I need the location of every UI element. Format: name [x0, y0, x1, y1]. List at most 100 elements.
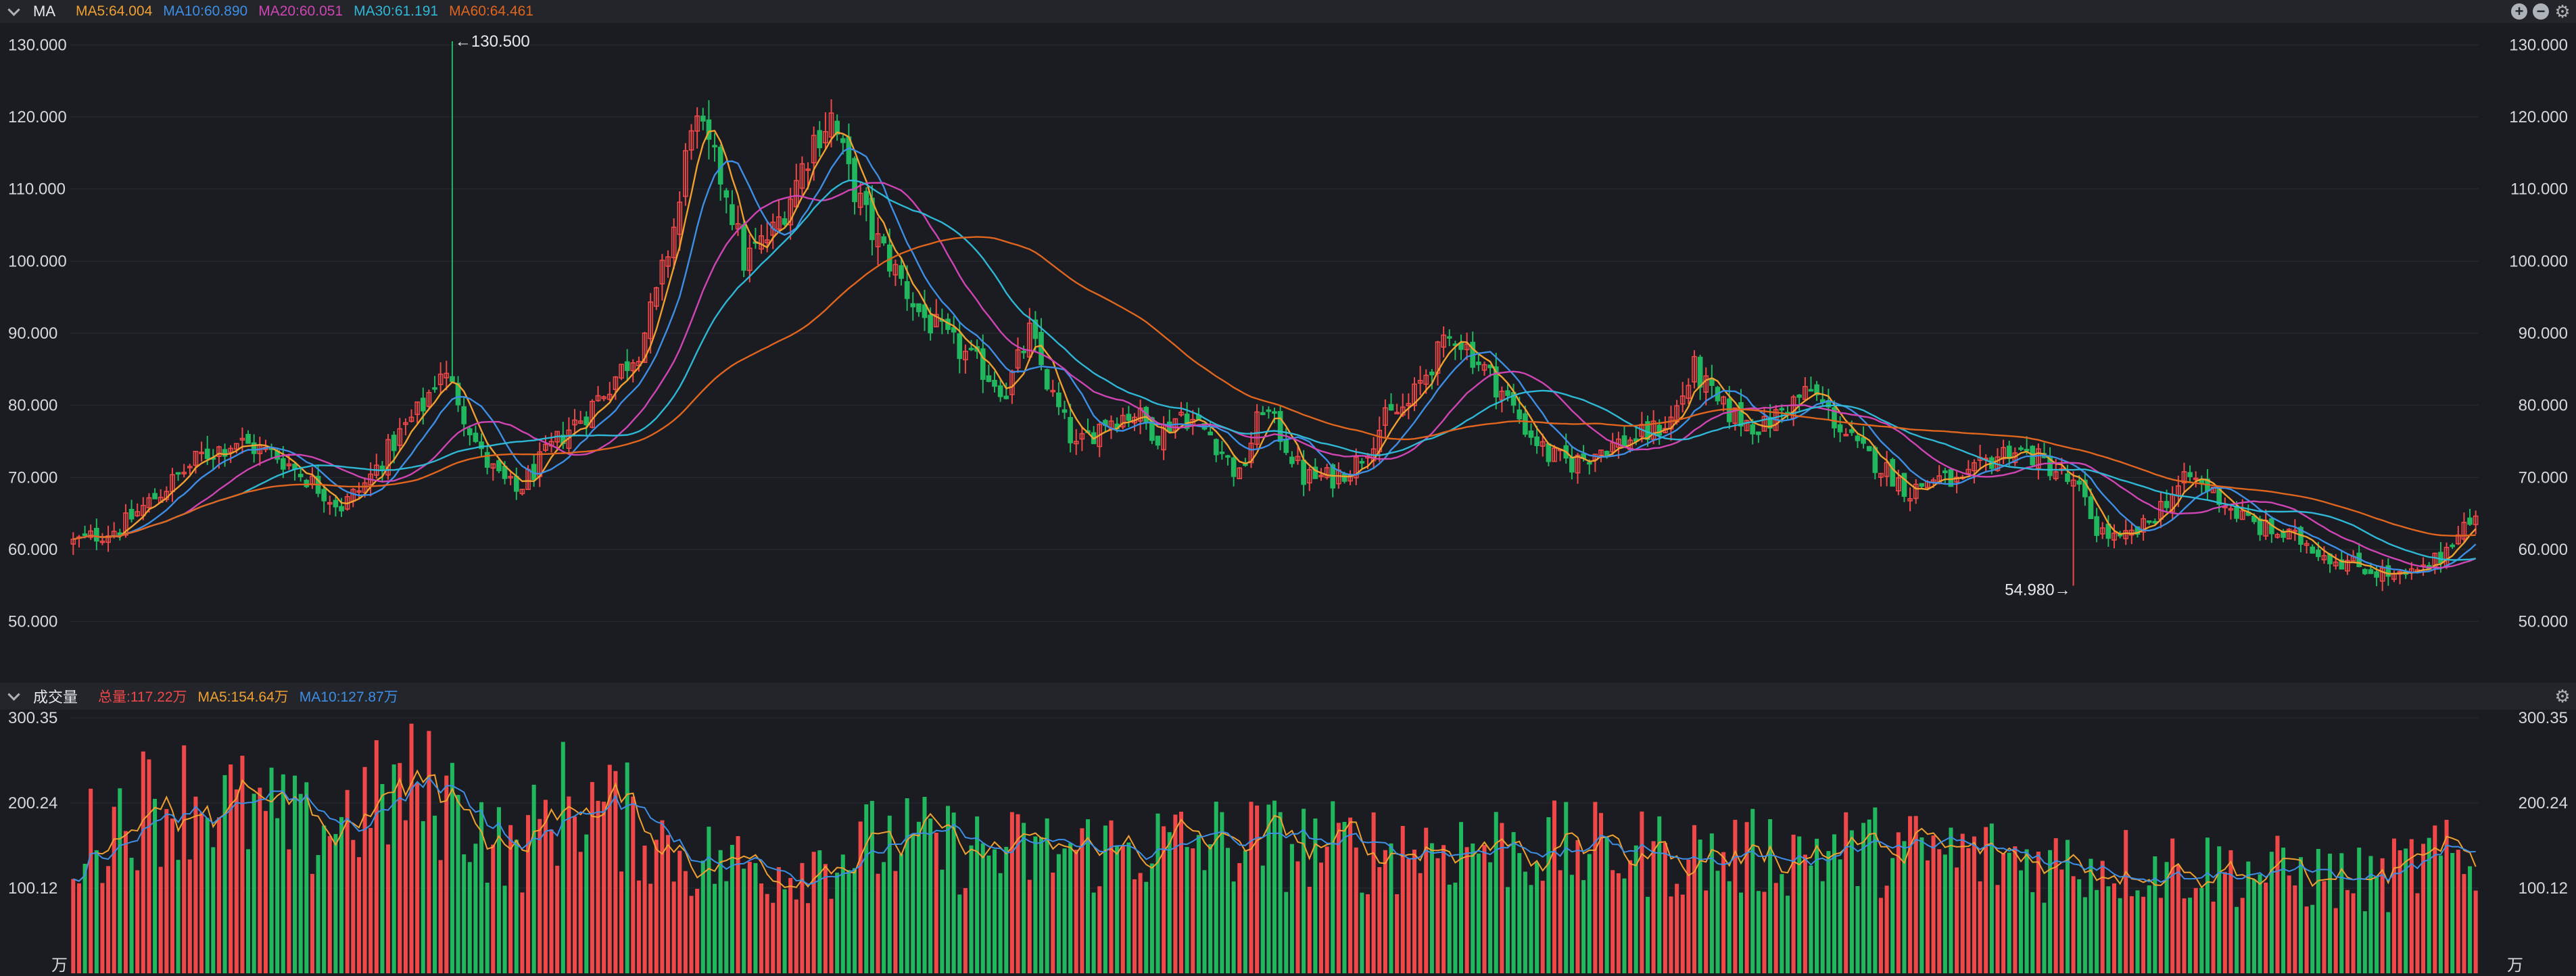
volume-bar	[1663, 842, 1667, 973]
volume-bar	[374, 740, 379, 973]
volume-bar	[2211, 901, 2216, 973]
volume-bar	[281, 774, 285, 973]
volume-bar	[1331, 801, 1335, 973]
candle-body	[928, 314, 933, 334]
volume-bar	[1278, 812, 1283, 973]
volume-bar	[905, 798, 909, 973]
volume-bar	[1103, 825, 1107, 973]
chart-canvas[interactable]: 130.000 130.000 120.000 120.000 110.000 110.0…	[0, 0, 2576, 976]
candle-body	[968, 347, 974, 351]
price-axis-left-label: 70.000	[8, 468, 57, 487]
volume-bar	[1709, 833, 1714, 973]
candle-body	[2024, 449, 2030, 452]
volume-bar	[2106, 886, 2111, 973]
volume-bar	[882, 862, 886, 973]
volume-bar	[1511, 832, 1516, 973]
volume-bar	[636, 880, 641, 973]
volume-bar	[1149, 863, 1154, 973]
volume-bar	[700, 860, 705, 973]
candle-body	[467, 428, 473, 436]
volume-bar	[1675, 883, 1679, 973]
volume-bar	[193, 796, 198, 973]
volume-bar	[2258, 874, 2262, 973]
volume-bar	[998, 873, 1003, 973]
volume-bar	[707, 827, 711, 973]
volume-bar	[496, 807, 501, 973]
candle-body	[2362, 568, 2368, 575]
volume-bar	[2450, 853, 2455, 973]
volume-bar	[846, 870, 851, 973]
candle-body	[175, 472, 181, 475]
volume-bar	[2251, 879, 2256, 973]
volume-bar	[531, 785, 536, 973]
candle-body	[2006, 445, 2012, 459]
candle-body	[583, 416, 590, 426]
volume-bar	[1593, 802, 1598, 973]
price-axis-right-label: 100.000	[2509, 252, 2568, 270]
candle-body	[2438, 552, 2443, 564]
volume-bar	[1803, 854, 1807, 973]
volume-axis-left-label: 200.24	[8, 794, 57, 812]
volume-bar	[1406, 858, 1411, 973]
volume-bar	[187, 859, 192, 973]
price-axis-right-label: 120.000	[2509, 108, 2568, 126]
candle-body	[700, 116, 706, 122]
volume-bar	[1255, 805, 1260, 973]
candle-body	[997, 385, 1003, 397]
volume-bar	[794, 899, 798, 973]
candle-body	[1446, 336, 1452, 339]
volume-unit-left: 万	[51, 956, 68, 975]
volume-bar	[327, 835, 332, 973]
candle-body	[1621, 435, 1627, 447]
volume-bar	[823, 864, 828, 973]
volume-bar	[2240, 898, 2245, 973]
volume-bar	[602, 802, 606, 973]
candle-body	[1225, 455, 1231, 458]
volume-bar	[1768, 819, 1773, 973]
volume-bar	[1523, 871, 1527, 973]
volume-bar	[1441, 845, 1446, 973]
volume-bar	[1733, 819, 1738, 973]
candle-body	[1003, 395, 1009, 399]
volume-bar	[2124, 829, 2128, 973]
volume-bar	[2473, 890, 2478, 973]
volume-bar	[2304, 906, 2309, 973]
candle-body	[1726, 398, 1732, 422]
volume-bar	[2030, 892, 2035, 973]
candle-body	[1796, 394, 1803, 398]
volume-bar	[2118, 898, 2122, 973]
volume-bar	[2024, 849, 2029, 973]
volume-bar	[2375, 875, 2379, 973]
volume-bar	[1464, 847, 1469, 973]
volume-bar	[1167, 832, 1172, 973]
volume-bar	[2077, 879, 2082, 973]
volume-bar	[671, 881, 676, 973]
volume-bar	[1616, 873, 1621, 973]
candle-body	[2018, 447, 2024, 450]
volume-bar	[234, 789, 239, 973]
candle-body	[1866, 445, 1872, 452]
volume-bar	[1651, 841, 1656, 973]
volume-bar	[1704, 890, 1709, 973]
volume-bar	[1126, 842, 1131, 973]
candle-body	[128, 508, 135, 520]
volume-bar	[677, 850, 682, 973]
volume-bar	[1494, 812, 1498, 973]
volume-bar	[351, 839, 356, 973]
candle-body	[1890, 459, 1896, 487]
volume-bar	[1418, 873, 1423, 973]
volume-bar	[567, 796, 571, 973]
volume-bar	[1120, 846, 1125, 973]
price-axis-left-label: 90.000	[8, 324, 57, 343]
volume-bar	[1552, 800, 1557, 973]
volume-bar	[2222, 872, 2227, 973]
candle-body	[1750, 424, 1756, 435]
volume-bar	[1873, 807, 1878, 973]
volume-bar	[1931, 835, 1936, 973]
volume-bar	[2316, 849, 2320, 973]
price-extreme-annotation: 54.980→	[2005, 581, 2070, 600]
candle-body	[304, 479, 310, 487]
volume-bar	[1109, 820, 1114, 973]
candle-body	[1517, 409, 1523, 420]
volume-bar	[806, 903, 811, 973]
